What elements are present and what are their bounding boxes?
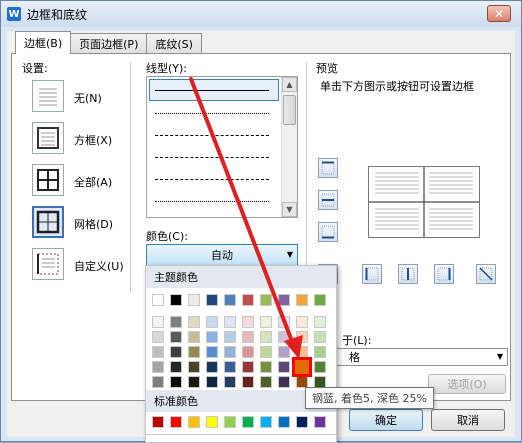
theme-shade-swatch[interactable] — [292, 357, 312, 377]
tab-borders[interactable]: 边框(B) — [15, 31, 72, 54]
annotation-arrow-shaft — [189, 77, 297, 351]
annotation-arrow-head — [284, 335, 303, 359]
dialog-window: W 边框和底纹 ✕ 边框(B) 页面边框(P) 底纹(S) 设置: 无(N) 方… — [0, 0, 522, 443]
annotation-arrow — [189, 77, 303, 359]
